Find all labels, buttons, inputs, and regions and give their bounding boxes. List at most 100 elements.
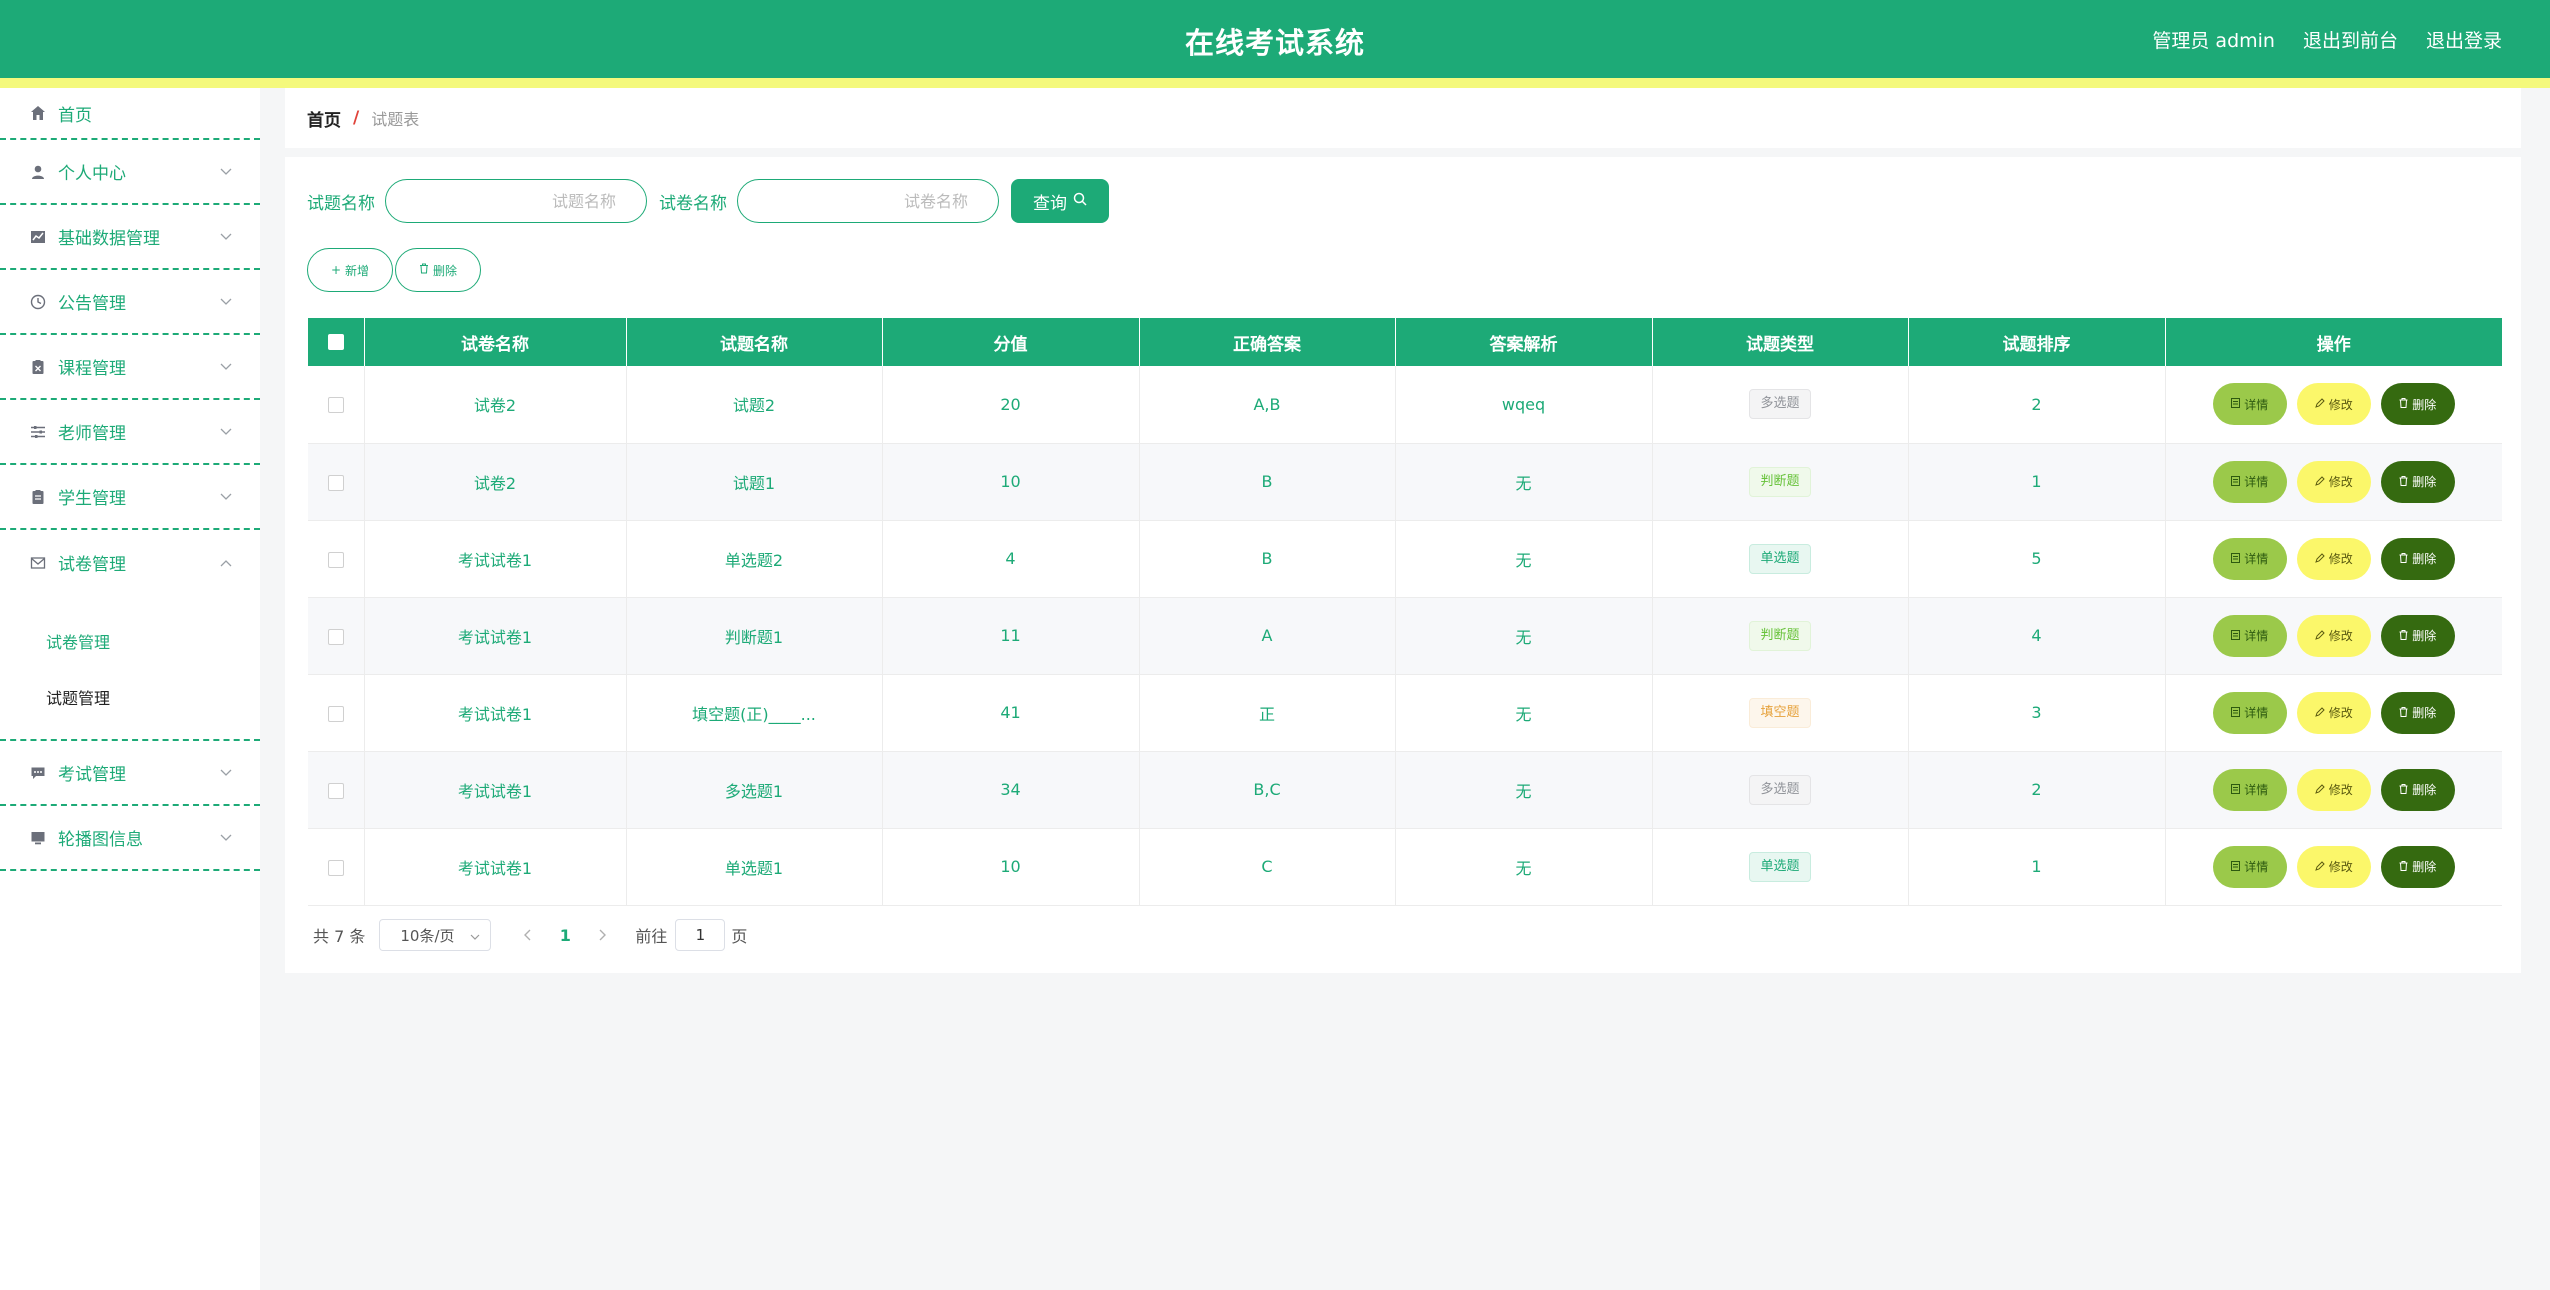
sidebar-item-label: 轮播图信息 bbox=[58, 830, 143, 850]
sidebar-item-home[interactable]: 首页 bbox=[0, 88, 260, 140]
cell-order: 2 bbox=[1908, 366, 2166, 444]
edit-button[interactable]: 修改 bbox=[2296, 537, 2371, 580]
edit-button[interactable]: 修改 bbox=[2296, 768, 2371, 811]
row-select-cell bbox=[308, 674, 365, 752]
home-icon bbox=[28, 103, 48, 123]
sidebar-item-student[interactable]: 学生管理 bbox=[0, 465, 260, 530]
query-button[interactable]: 查询 bbox=[1011, 179, 1109, 223]
sidebar-item-personal-center[interactable]: 个人中心 bbox=[0, 140, 260, 205]
table-row: 考试试卷1 判断题1 11 A 无 判断题 4 详情 修改 删除 bbox=[308, 597, 2502, 675]
delete-button[interactable]: 删除 bbox=[2380, 768, 2455, 811]
cell-score: 4 bbox=[882, 520, 1140, 598]
delete-button-label: 删除 bbox=[2412, 475, 2437, 489]
cell-type: 单选题 bbox=[1652, 828, 1909, 906]
chevron-up-icon bbox=[218, 555, 234, 571]
row-checkbox[interactable] bbox=[327, 551, 344, 568]
row-checkbox[interactable] bbox=[327, 859, 344, 876]
sidebar-subitem-question[interactable]: 试题管理 bbox=[0, 669, 260, 725]
sidebar-item-course[interactable]: 课程管理 bbox=[0, 335, 260, 400]
edit-button-label: 修改 bbox=[2328, 706, 2353, 720]
detail-button[interactable]: 详情 bbox=[2212, 768, 2287, 811]
row-checkbox[interactable] bbox=[327, 397, 344, 414]
delete-button-label: 删除 bbox=[2412, 860, 2437, 874]
goto-page-input[interactable] bbox=[675, 919, 726, 951]
delete-button-label: 删除 bbox=[2412, 706, 2437, 720]
delete-button[interactable]: 删除 bbox=[2380, 845, 2455, 888]
chevron-down-icon bbox=[218, 765, 234, 781]
pagination: 共 7 条 10条/页 1 前往 页 bbox=[313, 919, 747, 951]
page-size-select[interactable]: 10条/页 bbox=[379, 919, 492, 951]
page-number[interactable]: 1 bbox=[543, 926, 587, 945]
detail-button[interactable]: 详情 bbox=[2212, 537, 2287, 580]
row-checkbox[interactable] bbox=[327, 474, 344, 491]
cell-operations: 详情 修改 删除 bbox=[2165, 751, 2502, 829]
logout-link[interactable]: 退出登录 bbox=[2426, 26, 2502, 53]
pencil-icon bbox=[2314, 475, 2325, 489]
detail-button[interactable]: 详情 bbox=[2212, 383, 2287, 426]
row-checkbox[interactable] bbox=[327, 628, 344, 645]
add-button[interactable]: + 新增 bbox=[307, 248, 393, 292]
sidebar-subitem-paper[interactable]: 试卷管理 bbox=[0, 613, 260, 669]
sidebar-item-teacher[interactable]: 老师管理 bbox=[0, 400, 260, 465]
edit-button[interactable]: 修改 bbox=[2296, 460, 2371, 503]
detail-button[interactable]: 详情 bbox=[2212, 460, 2287, 503]
column-header: 操作 bbox=[2165, 318, 2502, 366]
sidebar-item-paper-management[interactable]: 试卷管理 bbox=[0, 530, 260, 595]
delete-button[interactable]: 删除 bbox=[2380, 383, 2455, 426]
detail-button[interactable]: 详情 bbox=[2212, 691, 2287, 734]
delete-button[interactable]: 删除 bbox=[2380, 460, 2455, 503]
question-name-input[interactable] bbox=[385, 179, 647, 223]
chevron-down-icon bbox=[218, 489, 234, 505]
detail-button[interactable]: 详情 bbox=[2212, 845, 2287, 888]
sidebar-item-notice[interactable]: 公告管理 bbox=[0, 270, 260, 335]
cell-answer: B,C bbox=[1139, 751, 1396, 829]
cell-analysis: wqeq bbox=[1395, 366, 1653, 444]
cell-question-name: 填空题(正)____... bbox=[626, 674, 883, 752]
cell-type: 判断题 bbox=[1652, 443, 1909, 521]
delete-button[interactable]: 删除 bbox=[2380, 614, 2455, 657]
exit-to-front-link[interactable]: 退出到前台 bbox=[2303, 26, 2398, 53]
batch-delete-button[interactable]: 删除 bbox=[395, 248, 481, 292]
delete-button-label: 删除 bbox=[2412, 397, 2437, 412]
edit-button[interactable]: 修改 bbox=[2296, 691, 2371, 734]
clipboard-x-icon bbox=[28, 357, 48, 377]
edit-button[interactable]: 修改 bbox=[2296, 383, 2371, 426]
edit-button-label: 修改 bbox=[2328, 475, 2353, 489]
detail-button[interactable]: 详情 bbox=[2212, 614, 2287, 657]
sidebar-item-basic-data[interactable]: 基础数据管理 bbox=[0, 205, 260, 270]
chart-icon bbox=[28, 227, 48, 247]
question-type-tag: 判断题 bbox=[1749, 466, 1811, 497]
next-page-button[interactable] bbox=[587, 926, 617, 945]
row-select-cell bbox=[308, 597, 365, 675]
delete-button[interactable]: 删除 bbox=[2380, 691, 2455, 734]
delete-button-label: 删除 bbox=[2412, 783, 2437, 797]
prev-page-button[interactable] bbox=[513, 926, 543, 945]
sidebar-item-label: 个人中心 bbox=[58, 164, 126, 184]
cell-type: 多选题 bbox=[1652, 751, 1909, 829]
cell-answer: A,B bbox=[1139, 366, 1396, 444]
pencil-icon bbox=[2314, 397, 2325, 411]
row-select-cell bbox=[308, 520, 365, 598]
row-checkbox[interactable] bbox=[327, 705, 344, 722]
sidebar-item-label: 基础数据管理 bbox=[58, 229, 160, 249]
edit-button[interactable]: 修改 bbox=[2296, 845, 2371, 888]
row-checkbox[interactable] bbox=[327, 782, 344, 799]
detail-button-label: 详情 bbox=[2244, 860, 2269, 874]
edit-button[interactable]: 修改 bbox=[2296, 614, 2371, 657]
delete-button[interactable]: 删除 bbox=[2380, 537, 2455, 580]
cell-paper-name: 试卷2 bbox=[364, 443, 627, 521]
chevron-down-icon bbox=[218, 294, 234, 310]
question-type-tag: 单选题 bbox=[1749, 543, 1811, 574]
paper-name-input[interactable] bbox=[737, 179, 999, 223]
cell-question-name: 单选题2 bbox=[626, 520, 883, 598]
select-all-checkbox[interactable] bbox=[327, 334, 344, 350]
sidebar-item-carousel[interactable]: 轮播图信息 bbox=[0, 806, 260, 871]
cell-answer: B bbox=[1139, 520, 1396, 598]
cell-score: 10 bbox=[882, 443, 1140, 521]
detail-button-label: 详情 bbox=[2244, 629, 2269, 643]
breadcrumb-home[interactable]: 首页 bbox=[307, 106, 341, 131]
sidebar-item-exam[interactable]: 考试管理 bbox=[0, 741, 260, 806]
cell-question-name: 多选题1 bbox=[626, 751, 883, 829]
chevron-down-icon bbox=[218, 830, 234, 846]
detail-button-label: 详情 bbox=[2244, 397, 2269, 412]
